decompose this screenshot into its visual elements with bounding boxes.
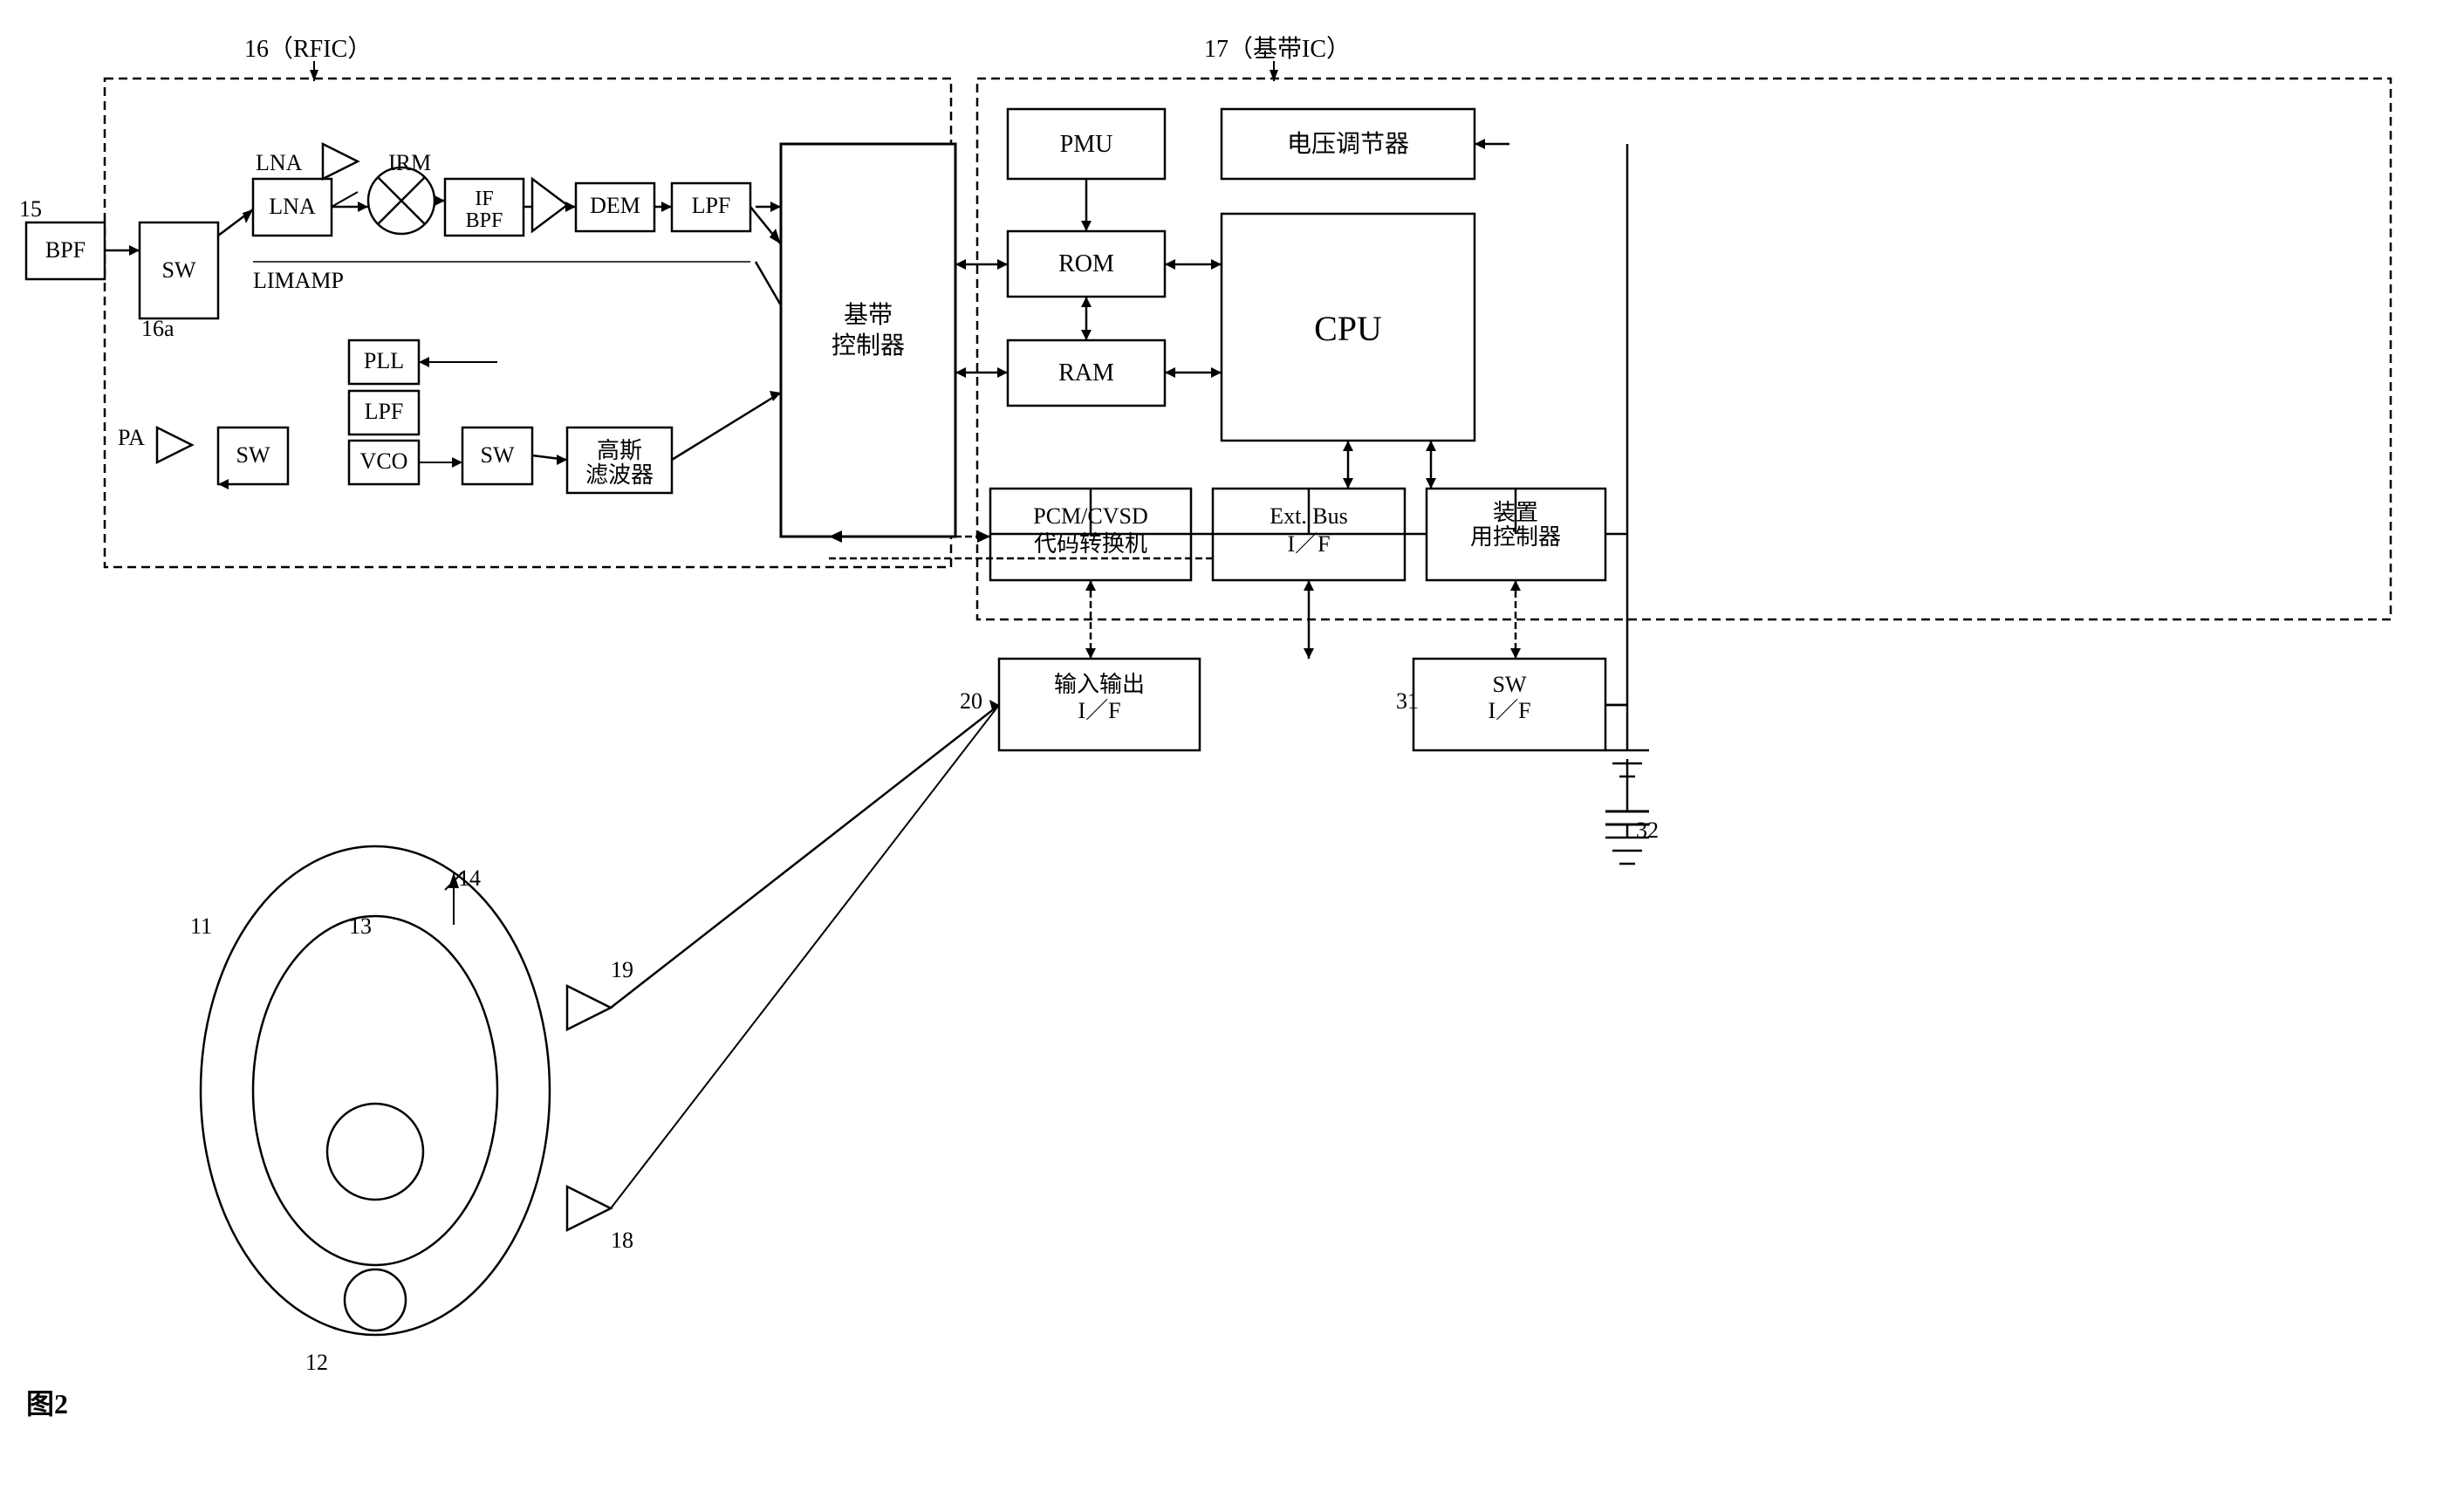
svg-text:I／F: I／F — [1287, 531, 1330, 557]
svg-text:I／F: I／F — [1078, 698, 1120, 723]
ref-20: 20 — [960, 688, 982, 714]
cpu-box-label: CPU — [1314, 309, 1382, 348]
lpf1-box-label: LPF — [692, 193, 731, 218]
vco-box-label: VCO — [360, 448, 408, 474]
ref-15: 15 — [19, 196, 42, 222]
ref-14: 14 — [458, 865, 481, 891]
fig2-label: 图2 — [26, 1388, 68, 1419]
svg-text:滤波器: 滤波器 — [585, 462, 654, 488]
sw3-box-label: SW — [481, 442, 515, 468]
rfic-label: 16（RFIC） — [244, 35, 372, 63]
device-ctrl-label: 装置 — [1493, 500, 1538, 525]
ref-32: 32 — [1636, 817, 1659, 843]
extbus-box-label: Ext. Bus — [1270, 503, 1348, 529]
sw2-box-label: SW — [236, 442, 270, 468]
bpf-box-label: BPF — [45, 237, 86, 263]
pa-label: PA — [118, 425, 145, 450]
gauss-box-label: 高斯 — [597, 438, 642, 463]
pmu-box-label: PMU — [1060, 131, 1113, 158]
ref-12: 12 — [305, 1350, 328, 1375]
baseband-ctrl-label: 基带 — [844, 301, 893, 329]
svg-text:控制器: 控制器 — [832, 332, 905, 359]
baseband-ic-label: 17（基带IC） — [1204, 35, 1351, 63]
ref-13: 13 — [349, 913, 372, 939]
pll-box-label: PLL — [364, 348, 404, 373]
ifbpf-box-label: IF — [475, 188, 493, 210]
svg-text:BPF: BPF — [466, 209, 503, 232]
ram-box-label: RAM — [1058, 359, 1114, 387]
svg-text:I／F: I／F — [1488, 698, 1530, 723]
lna-box-label: LNA — [269, 194, 316, 219]
ref-31: 31 — [1396, 688, 1419, 714]
diagram-container: 16（RFIC） 17（基带IC） BPF SW LNA IF BPF DE — [0, 0, 2464, 1505]
limamp-label: LIMAMP — [253, 268, 344, 293]
ref-18: 18 — [611, 1228, 633, 1253]
dem-box-label: DEM — [590, 193, 640, 218]
voltage-reg-label: 电压调节器 — [1287, 130, 1409, 158]
pcm-box-label: PCM/CVSD — [1033, 503, 1148, 529]
svg-text:代码转换机: 代码转换机 — [1034, 531, 1147, 557]
svg-text:用控制器: 用控制器 — [1470, 524, 1561, 550]
io-box-label: 输入输出 — [1054, 672, 1145, 697]
lpf2-box-label: LPF — [365, 399, 404, 424]
swif-box-label: SW — [1493, 672, 1527, 697]
ref-16a: 16a — [141, 316, 175, 341]
sw1-box-label: SW — [162, 257, 196, 283]
circuit-diagram: 16（RFIC） 17（基带IC） BPF SW LNA IF BPF DE — [0, 0, 2464, 1505]
irm-text: IRM — [388, 150, 431, 175]
rom-box-label: ROM — [1058, 250, 1114, 277]
ref-11: 11 — [190, 913, 212, 939]
lna-text: LNA — [256, 150, 303, 175]
ref-19: 19 — [611, 957, 633, 982]
